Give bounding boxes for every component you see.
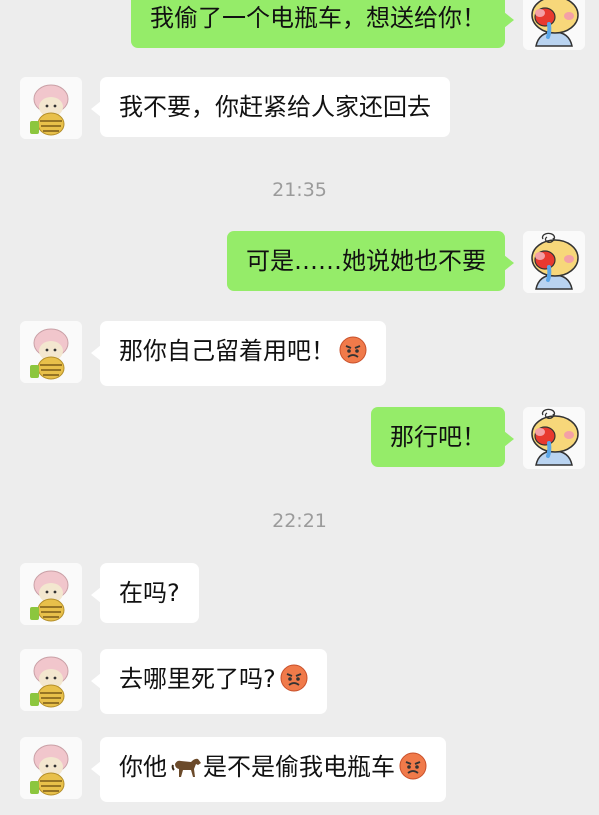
message-text: 可是……她说她也不要 (246, 247, 486, 275)
message-bubble[interactable]: 我偷了一个电瓶车，想送给你！ (131, 0, 514, 48)
cat-avatar-icon[interactable] (20, 321, 82, 383)
message-row: 可是……她说她也不要 (0, 231, 599, 293)
message-bubble[interactable]: 那行吧！ (371, 407, 514, 467)
message-bubble[interactable]: 去哪里死了吗? (91, 649, 327, 714)
angry-face-icon (280, 664, 308, 699)
message-bubble[interactable]: 我不要，你赶紧给人家还回去 (91, 77, 450, 137)
message-text: 那行吧！ (390, 423, 486, 451)
message-row: 你他 是不是偷我电瓶车 (0, 737, 599, 802)
message-row: 去哪里死了吗? (0, 649, 599, 714)
timestamp: 21:35 (272, 179, 327, 201)
bear-avatar-icon[interactable] (523, 231, 585, 293)
message-row: 那你自己留着用吧！ (0, 321, 599, 386)
message-bubble[interactable]: 可是……她说她也不要 (227, 231, 514, 291)
message-row: 在吗? (0, 563, 599, 625)
message-text: 那你自己留着用吧！ (119, 337, 335, 365)
chat-window: 我偷了一个电瓶车，想送给你！ 我不要，你赶紧给人家还回去 21:35 可是……她… (0, 0, 599, 815)
message-text: 我不要，你赶紧给人家还回去 (119, 93, 431, 121)
message-text: 是不是偷我电瓶车 (203, 753, 395, 781)
message-bubble[interactable]: 你他 是不是偷我电瓶车 (91, 737, 446, 802)
timestamp: 22:21 (272, 510, 327, 532)
bear-avatar-icon[interactable] (523, 0, 585, 50)
horse-icon (171, 754, 203, 787)
cat-avatar-icon[interactable] (20, 77, 82, 139)
message-bubble[interactable]: 在吗? (91, 563, 199, 623)
angry-face-icon (339, 336, 367, 371)
message-row: 我偷了一个电瓶车，想送给你！ (0, 0, 599, 50)
angry-face-icon (399, 752, 427, 787)
cat-avatar-icon[interactable] (20, 563, 82, 625)
message-text: 你他 (119, 753, 167, 781)
message-text: 在吗? (119, 579, 180, 607)
cat-avatar-icon[interactable] (20, 737, 82, 799)
cat-avatar-icon[interactable] (20, 649, 82, 711)
message-text: 去哪里死了吗? (119, 665, 276, 693)
bear-avatar-icon[interactable] (523, 407, 585, 469)
message-bubble[interactable]: 那你自己留着用吧！ (91, 321, 386, 386)
message-row: 我不要，你赶紧给人家还回去 (0, 77, 599, 139)
message-row: 那行吧！ (0, 407, 599, 469)
message-text: 我偷了一个电瓶车，想送给你！ (150, 4, 486, 32)
